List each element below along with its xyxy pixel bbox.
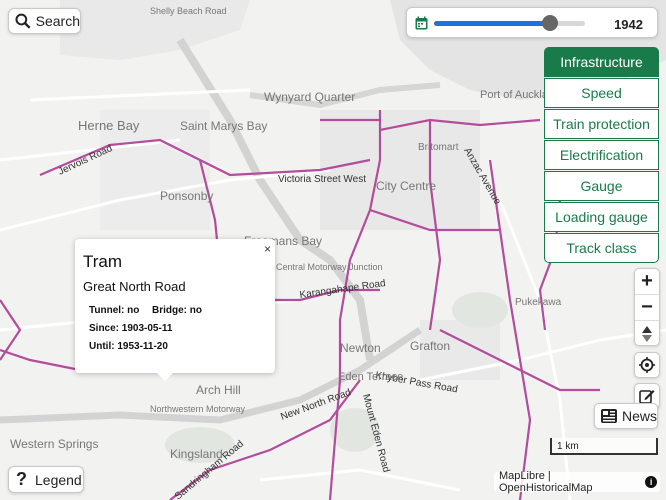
label-shelly-beach-road: Shelly Beach Road bbox=[150, 6, 227, 16]
popup-tail bbox=[157, 373, 173, 381]
layer-label: Train protection bbox=[553, 116, 650, 132]
legend-label: Legend bbox=[35, 471, 82, 488]
layer-electrification[interactable]: Electrification bbox=[544, 140, 659, 170]
label-newton: Newton bbox=[340, 341, 381, 355]
label-wynyard-quarter: Wynyard Quarter bbox=[264, 90, 355, 104]
popup-close-button[interactable]: × bbox=[264, 242, 271, 256]
layer-track-class[interactable]: Track class bbox=[544, 233, 659, 263]
year-slider-handle[interactable] bbox=[542, 15, 559, 31]
edit-icon bbox=[639, 390, 655, 404]
zoom-controls: + − bbox=[634, 268, 660, 346]
layer-infrastructure[interactable]: Infrastructure bbox=[544, 47, 659, 77]
label-eden-terrace: Eden Terrace bbox=[338, 371, 403, 383]
popup-bridge: Bridge: no bbox=[152, 305, 202, 316]
search-button[interactable]: Search bbox=[8, 8, 81, 34]
calendar-icon[interactable] bbox=[415, 16, 428, 30]
layer-gauge[interactable]: Gauge bbox=[544, 171, 659, 201]
label-northwestern-motorway: Northwestern Motorway bbox=[150, 404, 246, 414]
newspaper-icon bbox=[600, 409, 617, 423]
zoom-out-button[interactable]: − bbox=[635, 295, 659, 321]
label-grafton: Grafton bbox=[410, 339, 450, 353]
layer-menu: Infrastructure Speed Train protection El… bbox=[544, 47, 659, 264]
news-button[interactable]: News bbox=[594, 403, 658, 429]
popup-subtitle: Great North Road bbox=[83, 279, 186, 294]
label-saint-marys-bay: Saint Marys Bay bbox=[180, 119, 267, 133]
label-victoria-street-west: Victoria Street West bbox=[278, 174, 366, 185]
layer-label: Infrastructure bbox=[560, 54, 643, 70]
label-britomart: Britomart bbox=[418, 142, 459, 153]
layer-label: Electrification bbox=[559, 147, 644, 163]
label-arch-hill: Arch Hill bbox=[196, 383, 241, 397]
attribution: MapLibre | OpenHistoricalMap i bbox=[494, 470, 660, 494]
layer-label: Gauge bbox=[580, 178, 623, 194]
label-central-motorway: Central Motorway Junction bbox=[276, 262, 383, 272]
popup-tunnel: Tunnel: no bbox=[89, 305, 140, 316]
locate-icon bbox=[639, 357, 655, 373]
label-city-centre: City Centre bbox=[376, 179, 436, 193]
search-label: Search bbox=[35, 13, 80, 29]
layer-loading-gauge[interactable]: Loading gauge bbox=[544, 202, 659, 232]
geolocate-button[interactable] bbox=[634, 352, 660, 378]
help-icon: ? bbox=[16, 469, 27, 489]
scale-bar: 1 km bbox=[550, 438, 658, 455]
layer-label: Loading gauge bbox=[555, 209, 648, 225]
label-pukekawa: Pukekawa bbox=[515, 297, 562, 308]
layer-speed[interactable]: Speed bbox=[544, 78, 659, 108]
layer-label: Speed bbox=[581, 85, 622, 101]
feature-popup: × Tram Great North Road Tunnel: no Bridg… bbox=[75, 239, 275, 381]
attribution-text[interactable]: MapLibre | OpenHistoricalMap bbox=[499, 470, 645, 494]
year-value: 1942 bbox=[614, 17, 643, 32]
popup-title: Tram bbox=[83, 252, 123, 271]
news-label: News bbox=[621, 408, 657, 424]
popup-until: Until: 1953-11-20 bbox=[89, 341, 168, 352]
year-slider[interactable] bbox=[434, 15, 585, 31]
legend-button[interactable]: ? Legend bbox=[8, 466, 84, 493]
label-western-springs: Western Springs bbox=[10, 437, 98, 451]
zoom-in-button[interactable]: + bbox=[635, 269, 659, 295]
timeline-control: 1942 bbox=[406, 7, 658, 38]
compass-icon bbox=[642, 326, 652, 342]
compass-button[interactable] bbox=[635, 321, 659, 347]
label-herne-bay: Herne Bay bbox=[78, 118, 140, 133]
label-ponsonby: Ponsonby bbox=[160, 189, 213, 203]
layer-label: Track class bbox=[566, 240, 637, 256]
search-icon bbox=[15, 13, 31, 29]
year-slider-fill bbox=[434, 21, 551, 26]
info-icon[interactable]: i bbox=[645, 476, 657, 488]
popup-since: Since: 1903-05-11 bbox=[89, 323, 173, 334]
layer-train-protection[interactable]: Train protection bbox=[544, 109, 659, 139]
